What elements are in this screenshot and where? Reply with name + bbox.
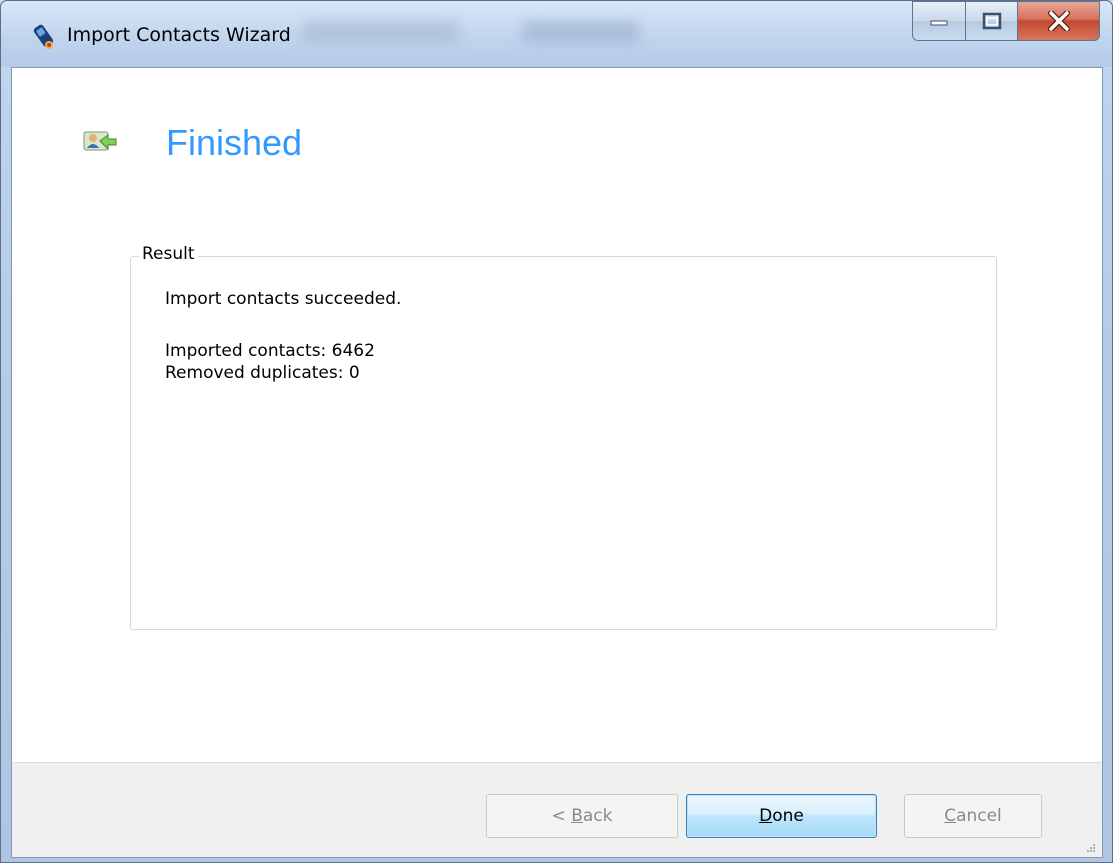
import-contacts-icon xyxy=(83,131,117,151)
removed-duplicates-text: Removed duplicates: 0 xyxy=(165,363,360,383)
back-button-label: ack xyxy=(582,806,613,826)
maximize-button[interactable] xyxy=(966,1,1018,41)
import-status-text: Import contacts succeeded. xyxy=(165,289,402,309)
minimize-icon xyxy=(930,20,948,26)
cancel-button[interactable]: Cancel xyxy=(904,794,1042,838)
caption-buttons xyxy=(912,1,1100,41)
window-title: Import Contacts Wizard xyxy=(67,24,291,46)
back-button[interactable]: < Back xyxy=(486,794,678,838)
wizard-button-bar: < Back Done Cancel xyxy=(12,762,1102,857)
result-groupbox-label: Result xyxy=(139,244,198,264)
title-bar-background-blur xyxy=(521,21,641,43)
maximize-icon xyxy=(982,12,1001,30)
back-button-mnemonic: B xyxy=(571,806,583,826)
title-bar-background-blur xyxy=(301,21,461,43)
phone-icon[interactable] xyxy=(29,23,57,51)
back-button-prefix: < xyxy=(551,806,572,826)
resize-grip-icon[interactable] xyxy=(1086,843,1096,853)
done-button-mnemonic: D xyxy=(759,806,773,826)
close-icon xyxy=(1047,11,1070,31)
cancel-button-label: ancel xyxy=(956,806,1002,826)
done-button[interactable]: Done xyxy=(686,794,877,838)
close-button[interactable] xyxy=(1018,1,1100,41)
result-groupbox: Result Import contacts succeeded. Import… xyxy=(130,244,997,630)
page-title: Finished xyxy=(166,122,303,163)
wizard-client-area: Finished Result Import contacts succeede… xyxy=(11,67,1103,858)
cancel-button-mnemonic: C xyxy=(944,806,957,826)
done-button-label: one xyxy=(772,806,804,826)
title-bar[interactable]: Import Contacts Wizard xyxy=(1,1,1112,67)
window-frame: Import Contacts Wizard Finished Result I… xyxy=(0,0,1113,863)
imported-contacts-text: Imported contacts: 6462 xyxy=(165,341,375,361)
minimize-button[interactable] xyxy=(912,1,966,41)
